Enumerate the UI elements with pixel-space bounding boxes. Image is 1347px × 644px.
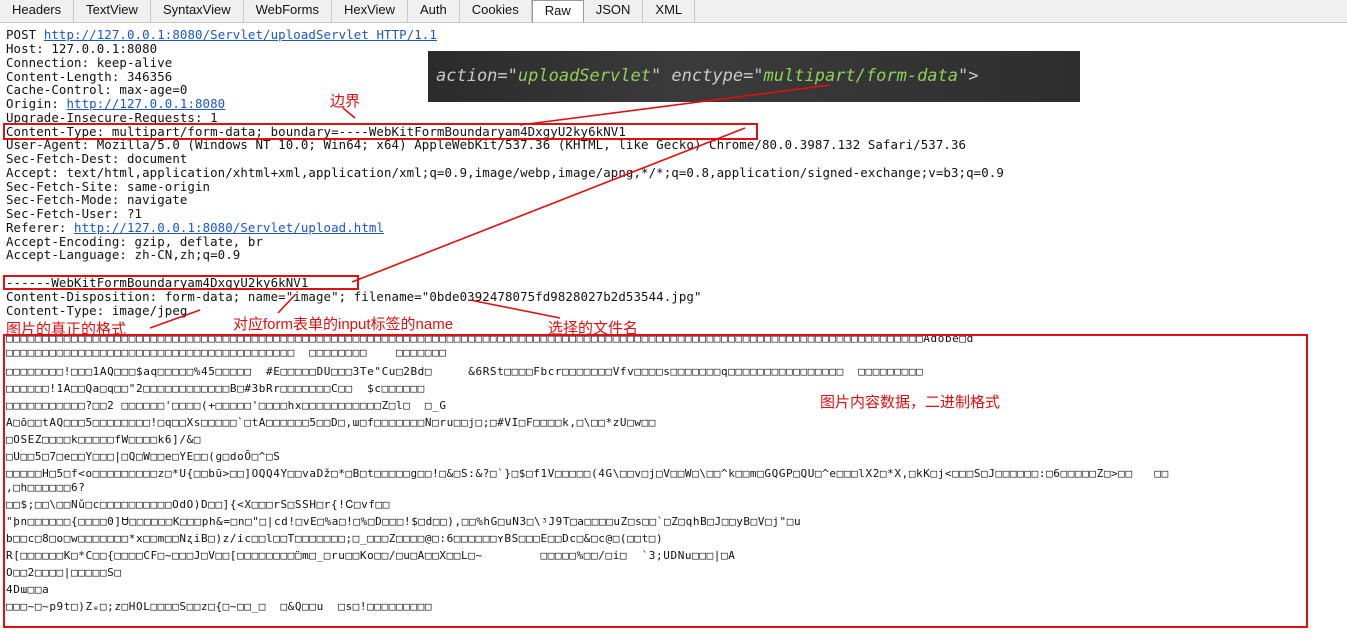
annotation-image-format: 图片的真正的格式 [6, 321, 127, 338]
arrow-boundary [351, 127, 746, 283]
arrow-image-format [149, 309, 201, 329]
annotation-arrows [149, 84, 831, 329]
annotation-binary: 图片内容数据，二进制格式 [820, 394, 1001, 411]
arrow-enctype [519, 84, 831, 126]
annotation-form-name: 对应form表单的input标签的name [233, 316, 454, 333]
arrow-filename [469, 299, 561, 319]
arrow-form-name [277, 294, 296, 314]
annotation-filename: 选择的文件名 [548, 320, 639, 337]
annotation-boundary: 边界 [330, 93, 361, 110]
